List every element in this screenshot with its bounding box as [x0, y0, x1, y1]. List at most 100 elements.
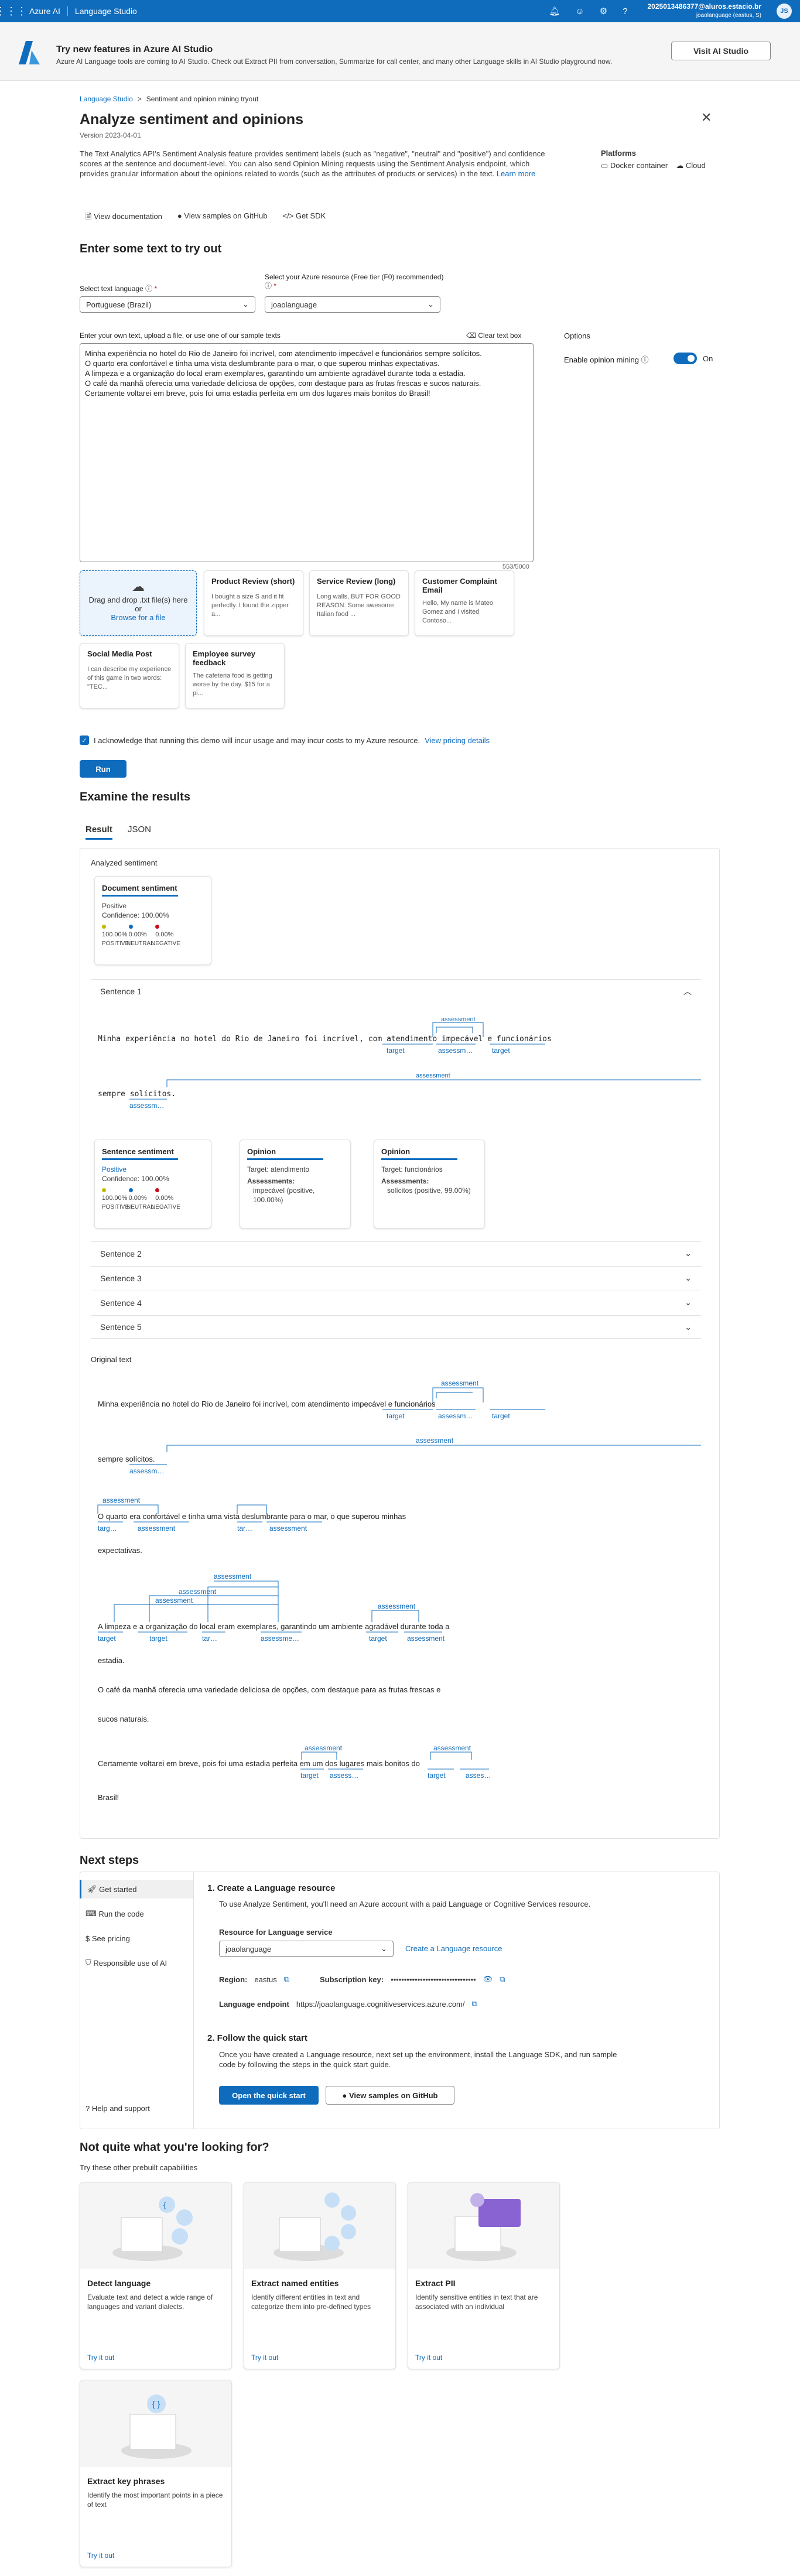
target-tag: target	[98, 1634, 116, 1643]
extract-pii-illustration	[408, 2182, 559, 2269]
sentence-2-header[interactable]: Sentence 2 ⌄	[91, 1241, 701, 1265]
ai-studio-banner: Try new features in Azure AI Studio Azur…	[0, 22, 800, 81]
assessment-short-tag: assessm…	[129, 1467, 164, 1475]
language-select[interactable]: Portuguese (Brazil) ⌄	[80, 296, 255, 313]
sample-card[interactable]: Social Media Post I can describe my exper…	[80, 643, 179, 709]
capability-desc: Identify the most important points in a …	[87, 2491, 223, 2509]
neutral-value: 0.00%	[128, 1195, 147, 1202]
sentence-4-header[interactable]: Sentence 4 ⌄	[91, 1291, 701, 1314]
eraser-icon: ⌫	[466, 331, 478, 340]
breadcrumb-home[interactable]: Language Studio	[80, 95, 133, 103]
acknowledge-checkbox[interactable]: ✓	[80, 735, 89, 745]
gear-icon[interactable]: ⚙	[600, 6, 607, 16]
sentence-1-header[interactable]: Sentence 1 ︿	[91, 979, 701, 1003]
browse-file-link[interactable]: Browse for a file	[80, 613, 196, 622]
pricing-link[interactable]: View pricing details	[425, 736, 490, 745]
nav-see-pricing[interactable]: $ See pricing	[80, 1929, 197, 1948]
sample-desc: Hello, My name is Mateo Gomez and I visi…	[422, 600, 494, 624]
sample-card[interactable]: Service Review (long) Long walls, BUT FOR…	[309, 570, 409, 636]
open-quickstart-button[interactable]: Open the quick start	[219, 2086, 319, 2105]
app-name[interactable]: Language Studio	[68, 6, 144, 16]
sample-card[interactable]: Customer Complaint Email Hello, My name i…	[415, 570, 514, 636]
breadcrumb-current: Sentiment and opinion mining tryout	[146, 95, 259, 103]
capability-card[interactable]: { } Extract key phrases Identify the mos…	[80, 2380, 232, 2567]
upload-line2: or	[135, 604, 142, 613]
step1-desc: To use Analyze Sentiment, you'll need an…	[219, 1900, 591, 1908]
visit-ai-studio-button[interactable]: Visit AI Studio	[671, 42, 771, 60]
info-icon[interactable]: ⓘ	[265, 282, 272, 290]
sentence-1-line2: sempre solícitos.	[98, 1090, 176, 1099]
eye-icon[interactable]: 👁︎	[483, 1975, 493, 1984]
avatar[interactable]: JS	[777, 4, 792, 19]
target-short-tag: tar…	[202, 1634, 217, 1643]
resource-select[interactable]: joaolanguage ⌄	[265, 296, 440, 313]
view-documentation-link[interactable]: 🗎︎ View documentation	[86, 211, 162, 224]
assessment-tag: assessment	[441, 1016, 476, 1023]
copy-icon[interactable]: ⧉	[472, 1999, 477, 2009]
github-samples-button[interactable]: ● View samples on GitHub	[326, 2086, 454, 2105]
positive-metric: 100.00%	[102, 1188, 127, 1202]
learn-more-link[interactable]: Learn more	[497, 169, 535, 178]
tab-result[interactable]: Result	[86, 825, 112, 840]
target-tag: target	[492, 1046, 510, 1055]
copy-icon[interactable]: ⧉	[500, 1975, 505, 1984]
nav-get-started[interactable]: 🚀︎ Get started	[80, 1880, 193, 1898]
sample-card[interactable]: Product Review (short) I bought a size S …	[204, 570, 303, 636]
file-upload-zone[interactable]: ☁ Drag and drop .txt file(s) here or Bro…	[80, 570, 197, 636]
code-icon: </>	[282, 211, 296, 220]
capability-card[interactable]: Extract named entities Identify differen…	[244, 2182, 396, 2369]
sentence-1-line1: Minha experiência no hotel do Rio de Jan…	[98, 1035, 552, 1044]
page-description: The Text Analytics API's Sentiment Analy…	[80, 149, 548, 179]
original-line: O quarto era confortável e tinha uma vis…	[98, 1512, 406, 1521]
brand-azure-ai[interactable]: Azure AI	[22, 6, 68, 16]
asses-short-tag: asses…	[466, 1771, 491, 1780]
close-icon[interactable]: ✕	[701, 110, 712, 125]
github-samples-link[interactable]: ● View samples on GitHub	[177, 211, 268, 224]
tab-json[interactable]: JSON	[128, 825, 151, 834]
help-icon[interactable]: ?	[623, 6, 627, 16]
positive-caption: POSITIVE	[102, 1204, 129, 1210]
nav-responsible-ai[interactable]: ⛉ Responsible use of AI	[80, 1954, 197, 1972]
copy-icon[interactable]: ⧉	[284, 1975, 289, 1984]
language-resource-select[interactable]: joaolanguage ⌄	[219, 1941, 394, 1957]
region-label: Region:	[219, 1975, 248, 1984]
original-line: estadia.	[98, 1656, 125, 1665]
capability-desc: Evaluate text and detect a wide range of…	[87, 2293, 213, 2311]
bell-icon[interactable]: 🔔︎	[549, 6, 560, 16]
sentence-3-header[interactable]: Sentence 3 ⌄	[91, 1266, 701, 1289]
run-button[interactable]: Run	[80, 760, 127, 778]
assessment-short-tag: assessme…	[261, 1634, 299, 1643]
create-resource-link[interactable]: Create a Language resource	[405, 1944, 502, 1953]
key-phrases-illustration: { }	[80, 2380, 231, 2467]
doc-confidence: Confidence: 100.00%	[102, 911, 169, 919]
capability-card[interactable]: { Detect language Evaluate text and dete…	[80, 2182, 232, 2369]
try-it-out-link[interactable]: Try it out	[415, 2353, 442, 2362]
try-it-out-link[interactable]: Try it out	[87, 2551, 114, 2560]
original-line: Certamente voltarei em breve, pois foi u…	[98, 1759, 420, 1768]
people-icon[interactable]: ☺	[575, 6, 584, 16]
nav-run-code[interactable]: ⌨ Run the code	[80, 1904, 197, 1923]
sample-desc: Long walls, BUT FOR GOOD REASON. Some aw…	[317, 593, 401, 618]
sentence-5-header[interactable]: Sentence 5 ⌄	[91, 1315, 701, 1339]
assessment-tag: assessment	[441, 1379, 479, 1387]
capability-card[interactable]: Extract PII Identify sensitive entities …	[408, 2182, 560, 2369]
get-sdk-link[interactable]: </> Get SDK	[283, 211, 326, 224]
negative-dot	[155, 925, 160, 929]
sample-card[interactable]: Employee survey feedback The cafeteria fo…	[185, 643, 285, 709]
try-it-out-link[interactable]: Try it out	[251, 2353, 278, 2362]
help-support-link[interactable]: ? Help and support	[80, 2099, 197, 2117]
target-tag: target	[369, 1634, 387, 1643]
user-info[interactable]: 2025013486377@aluros.estacio.br joaolang…	[648, 3, 762, 19]
resource-label: Select your Azure resource (Free tier (F…	[265, 273, 444, 290]
waffle-menu-icon[interactable]: ⋮⋮⋮	[0, 0, 27, 22]
chevron-down-icon: ⌄	[685, 1298, 692, 1307]
text-input[interactable]: Minha experiência no hotel do Rio de Jan…	[80, 343, 534, 562]
info-icon[interactable]: ⓘ	[641, 355, 649, 364]
assessment-tag: assessment	[378, 1602, 416, 1610]
opinion-mining-toggle[interactable]	[673, 353, 697, 364]
try-it-out-link[interactable]: Try it out	[87, 2353, 114, 2362]
clear-text-button[interactable]: ⌫ Clear text box	[466, 331, 521, 340]
target-tag: target	[300, 1771, 319, 1780]
info-icon[interactable]: ⓘ	[145, 285, 152, 293]
github-samples-label: View samples on GitHub	[184, 211, 268, 220]
